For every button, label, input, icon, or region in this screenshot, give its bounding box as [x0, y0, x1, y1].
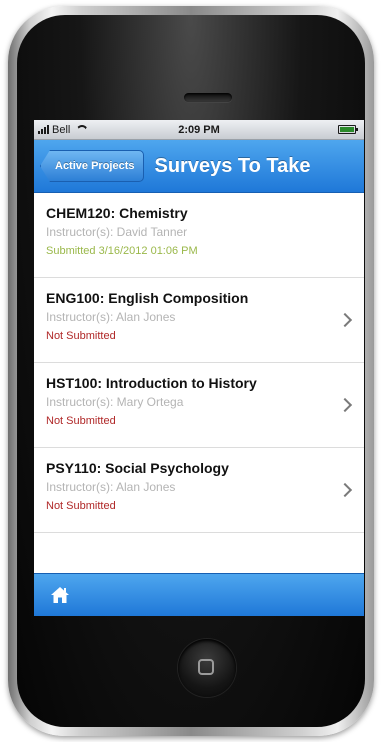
course-title: HST100: Introduction to History [46, 375, 257, 391]
status-bar: Bell 2:09 PM [34, 120, 364, 140]
page-title: Surveys To Take [154, 154, 311, 177]
course-instructor: Instructor(s): Alan Jones [46, 310, 176, 324]
course-instructor: Instructor(s): Mary Ortega [46, 395, 184, 409]
home-icon[interactable] [50, 586, 70, 604]
battery-icon [338, 125, 358, 134]
earpiece-speaker [184, 93, 232, 102]
status-time: 2:09 PM [178, 123, 220, 136]
course-instructor: Instructor(s): Alan Jones [46, 480, 176, 494]
survey-status: Not Submitted [46, 415, 116, 427]
bottom-toolbar [34, 573, 364, 616]
course-instructor: Instructor(s): David Tanner [46, 225, 188, 239]
home-square-icon [198, 659, 214, 675]
navigation-bar: Active Projects Surveys To Take [34, 140, 364, 193]
course-title: PSY110: Social Psychology [46, 460, 229, 476]
survey-item-eng100[interactable]: ENG100: English Composition Instructor(s… [34, 278, 364, 363]
survey-item-psy110[interactable]: PSY110: Social Psychology Instructor(s):… [34, 448, 364, 533]
survey-status: Not Submitted [46, 330, 116, 342]
survey-item-chem120[interactable]: CHEM120: Chemistry Instructor(s): David … [34, 193, 364, 278]
course-title: CHEM120: Chemistry [46, 205, 188, 221]
survey-status: Submitted 3/16/2012 01:06 PM [46, 245, 198, 257]
survey-status: Not Submitted [46, 500, 116, 512]
survey-item-hst100[interactable]: HST100: Introduction to History Instruct… [34, 363, 364, 448]
app-screen: Bell 2:09 PM Active Projects Surveys To … [34, 120, 364, 616]
hardware-home-button[interactable] [178, 639, 236, 697]
survey-list: CHEM120: Chemistry Instructor(s): David … [34, 193, 364, 533]
active-projects-back-button[interactable]: Active Projects [40, 150, 145, 182]
course-title: ENG100: English Composition [46, 290, 249, 306]
